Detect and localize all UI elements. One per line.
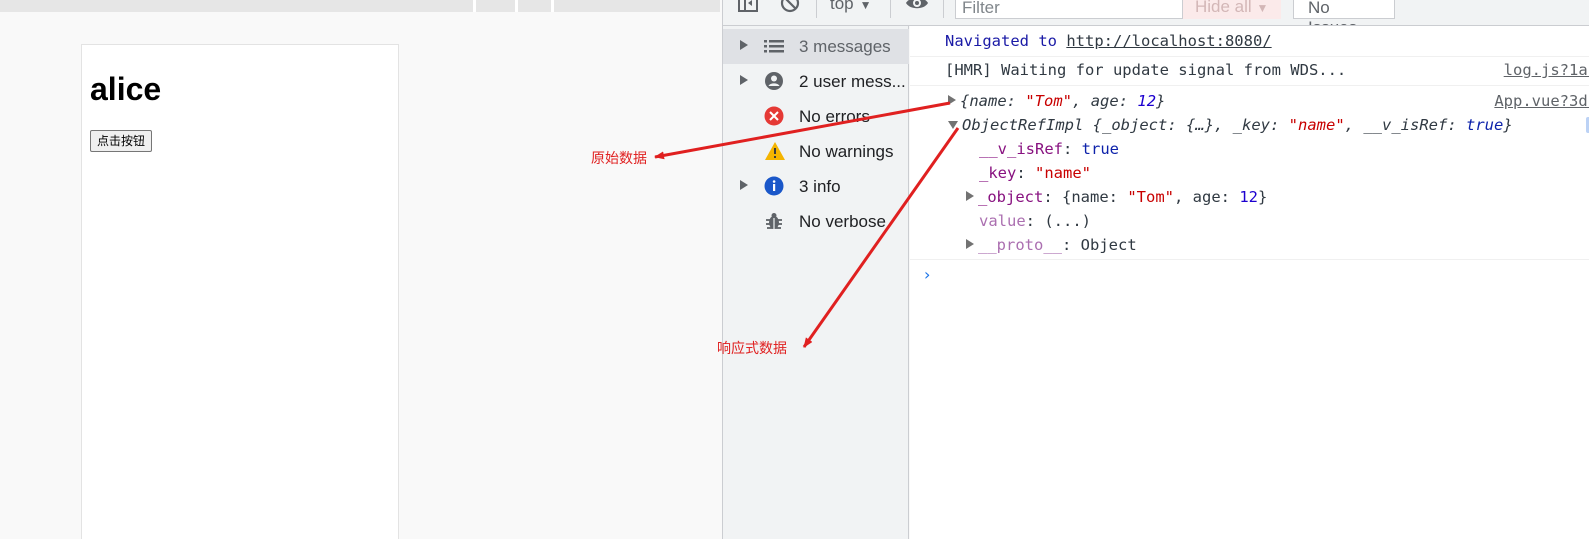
prop-key: age bbox=[1192, 188, 1221, 206]
console-line-raw-object[interactable]: {name: "Tom", age: 12} App.vue?3df bbox=[948, 92, 1589, 110]
prop-key: value bbox=[979, 212, 1026, 230]
sidebar-item-label: 3 messages bbox=[799, 37, 891, 56]
prop-key: name bbox=[1071, 188, 1109, 206]
object-prop-isref: __v_isRef: true bbox=[979, 140, 1119, 158]
prop-key: __proto__ bbox=[978, 236, 1062, 254]
click-button[interactable]: 点击按钮 bbox=[90, 130, 153, 152]
prop-key: __v_isRef bbox=[1363, 116, 1448, 134]
bug-icon bbox=[764, 211, 784, 231]
collapse-arrow-icon[interactable] bbox=[948, 121, 958, 129]
console-row-divider bbox=[910, 85, 1589, 86]
console-line-hmr: [HMR] Waiting for update signal from WDS… bbox=[945, 61, 1589, 79]
sidebar-item-label: No warnings bbox=[799, 142, 894, 161]
console-prompt-icon[interactable]: › bbox=[924, 265, 930, 284]
console-row-divider bbox=[910, 56, 1589, 57]
sidebar-item-info[interactable]: 3 info bbox=[723, 169, 909, 204]
toolbar-separator bbox=[890, 0, 891, 18]
warning-icon bbox=[764, 141, 785, 161]
brace: } bbox=[1156, 92, 1166, 110]
navigated-prefix: Navigated to bbox=[945, 32, 1057, 50]
sidebar-item-warnings[interactable]: No warnings bbox=[723, 134, 909, 169]
hide-all-label: Hide all bbox=[1195, 0, 1252, 16]
error-icon bbox=[764, 106, 784, 126]
sidebar-item-user-messages[interactable]: 2 user mess... bbox=[723, 64, 909, 99]
caret-down-icon: ▼ bbox=[859, 0, 872, 12]
prop-value: "name" bbox=[1288, 116, 1345, 134]
app-viewport: alice 点击按钮 bbox=[0, 0, 723, 539]
sidebar-item-label: No verbose bbox=[799, 212, 886, 231]
sidebar-item-label: 3 info bbox=[799, 177, 841, 196]
navigated-url-link[interactable]: http://localhost:8080/ bbox=[1066, 32, 1271, 50]
prop-value: Object bbox=[1080, 236, 1137, 254]
expand-arrow-icon[interactable] bbox=[966, 239, 974, 249]
strip-divider bbox=[515, 0, 518, 12]
hide-all-dropdown[interactable]: Hide all ▼ bbox=[1183, 0, 1281, 19]
prop-key: __v_isRef bbox=[979, 140, 1063, 158]
console-toolbar: top ▼ Filter Hide all ▼ No Issues bbox=[723, 0, 1589, 26]
prop-value: {…} bbox=[1186, 116, 1214, 134]
list-icon bbox=[764, 36, 784, 56]
log-message: [HMR] Waiting for update signal from WDS… bbox=[945, 61, 1347, 79]
expand-arrow-icon[interactable] bbox=[740, 180, 748, 190]
lazy-getter-value[interactable]: (...) bbox=[1044, 212, 1091, 230]
sidebar-toggle-icon[interactable] bbox=[737, 0, 759, 19]
expand-arrow-icon[interactable] bbox=[740, 75, 748, 85]
app-top-strip bbox=[0, 0, 720, 12]
expand-arrow-icon[interactable] bbox=[966, 191, 974, 201]
prop-key: age bbox=[1090, 92, 1119, 110]
context-selector[interactable]: top ▼ bbox=[830, 0, 872, 14]
context-label: top bbox=[830, 0, 854, 13]
source-link[interactable]: log.js?1af bbox=[1504, 61, 1589, 79]
object-prop-proto[interactable]: __proto__: Object bbox=[966, 236, 1589, 254]
object-prop-value[interactable]: value: (...) bbox=[979, 212, 1589, 230]
console-sidebar: 3 messages 2 user mess... No errors No w… bbox=[723, 26, 909, 539]
app-card: alice 点击按钮 bbox=[81, 44, 399, 539]
prop-key: _key bbox=[1232, 116, 1270, 134]
expand-arrow-icon[interactable] bbox=[740, 40, 748, 50]
sidebar-item-label: 2 user mess... bbox=[799, 72, 906, 91]
strip-divider bbox=[551, 0, 554, 12]
prop-key: _object bbox=[1102, 116, 1168, 134]
prop-value: 12 bbox=[1239, 188, 1259, 206]
sidebar-item-label: No errors bbox=[799, 107, 870, 126]
toolbar-separator bbox=[816, 0, 817, 18]
eye-icon[interactable] bbox=[905, 0, 929, 19]
filter-input[interactable]: Filter bbox=[955, 0, 1183, 19]
prop-key: _key bbox=[979, 164, 1017, 182]
prop-value: true bbox=[1466, 116, 1504, 134]
prop-value: true bbox=[1081, 140, 1119, 158]
caret-down-icon: ▼ bbox=[1256, 1, 1269, 15]
prop-value: "name" bbox=[1035, 164, 1091, 182]
source-link[interactable]: App.vue?3df bbox=[1494, 92, 1589, 110]
sidebar-item-errors[interactable]: No errors bbox=[723, 99, 909, 134]
object-prop-object[interactable]: _object: {name: "Tom", age: 12} bbox=[966, 188, 1589, 206]
info-icon bbox=[764, 176, 784, 196]
console-output: Navigated to http://localhost:8080/ [HMR… bbox=[910, 26, 1589, 539]
issues-button[interactable]: No Issues bbox=[1293, 0, 1395, 25]
strip-divider bbox=[473, 0, 476, 12]
prop-value: "Tom" bbox=[1025, 92, 1073, 110]
console-line-ref-impl[interactable]: ObjectRefImpl {_object: {…}, _key: "name… bbox=[948, 116, 1589, 134]
raw-data-label: 原始数据 bbox=[591, 151, 647, 167]
prop-value: "Tom" bbox=[1127, 188, 1174, 206]
object-prop-key: _key: "name" bbox=[979, 164, 1091, 182]
screenshot-root: alice 点击按钮 top ▼ Filter Hide all ▼ No Iss… bbox=[0, 0, 1589, 539]
reactive-data-label: 响应式数据 bbox=[717, 341, 787, 357]
clear-console-icon[interactable] bbox=[779, 0, 801, 19]
sidebar-item-messages[interactable]: 3 messages bbox=[723, 29, 909, 64]
brace: { bbox=[960, 92, 970, 110]
console-row-divider bbox=[910, 259, 1589, 260]
prop-value: 12 bbox=[1137, 92, 1157, 110]
console-line-navigation: Navigated to http://localhost:8080/ bbox=[945, 32, 1589, 50]
sidebar-item-verbose[interactable]: No verbose bbox=[723, 204, 909, 239]
expand-arrow-icon[interactable] bbox=[948, 95, 956, 105]
toolbar-separator bbox=[943, 0, 944, 18]
class-name: ObjectRefImpl bbox=[962, 116, 1084, 134]
user-icon bbox=[764, 71, 784, 91]
page-heading: alice bbox=[90, 71, 162, 107]
prop-key: _object bbox=[978, 188, 1044, 206]
prop-key: name bbox=[969, 92, 1007, 110]
